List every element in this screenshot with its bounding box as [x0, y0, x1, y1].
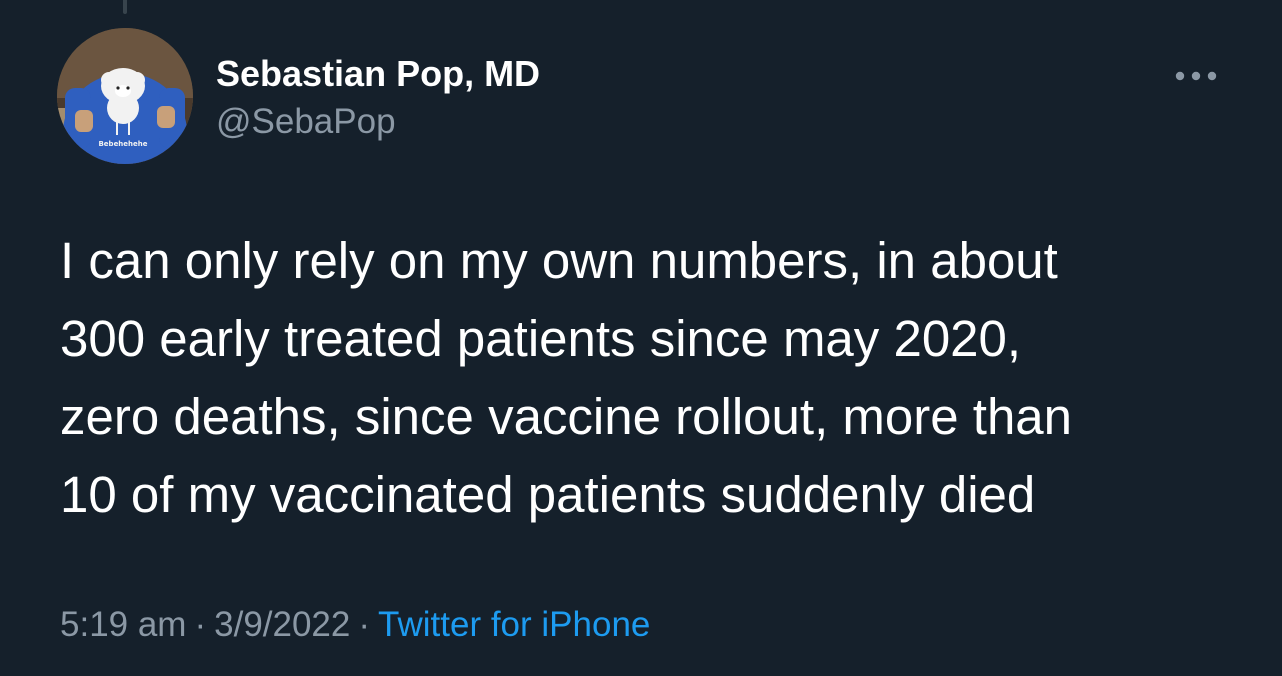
tweet-source-link[interactable]: Twitter for iPhone	[378, 605, 650, 644]
avatar-shirt-text: Bebehehehe	[98, 140, 147, 148]
author-display-name[interactable]: Sebastian Pop, MD	[216, 52, 540, 96]
tweet-date[interactable]: 3/9/2022	[214, 605, 350, 644]
more-options-button[interactable]	[1168, 58, 1224, 94]
meta-separator: ·	[194, 605, 207, 644]
avatar-image: Bebehehehe	[57, 28, 193, 164]
more-horizontal-icon	[1175, 71, 1217, 81]
avatar[interactable]: Bebehehehe	[57, 28, 193, 164]
meta-separator: ·	[358, 605, 371, 644]
thread-connector-line	[123, 0, 127, 14]
author-handle[interactable]: @SebaPop	[216, 100, 396, 144]
tweet-meta: 5:19 am · 3/9/2022 · Twitter for iPhone	[60, 602, 650, 648]
tweet-text: I can only rely on my own numbers, in ab…	[60, 232, 1073, 523]
tweet-time[interactable]: 5:19 am	[60, 605, 186, 644]
